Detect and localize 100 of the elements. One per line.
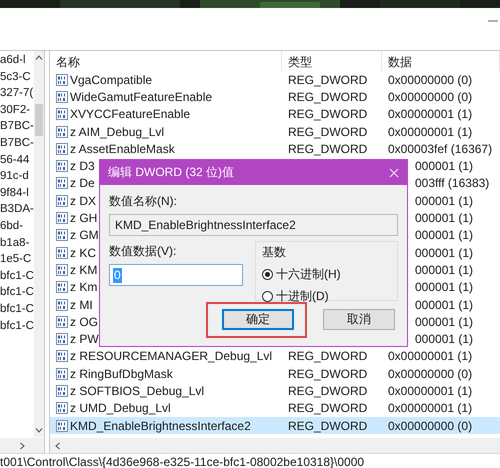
- radio-label[interactable]: 十进制(D): [276, 288, 329, 305]
- scroll-thumb[interactable]: [35, 104, 43, 136]
- binary-value-icon: [56, 368, 68, 380]
- tree-item[interactable]: 91c-d: [0, 168, 34, 185]
- tree-item[interactable]: 5c3-C: [0, 68, 34, 86]
- tree-item[interactable]: a6d-l: [0, 52, 34, 69]
- binary-value-icon: [56, 333, 68, 346]
- value-data: 0x00000001 (1): [388, 401, 472, 416]
- value-data: 000001 (1): [415, 298, 474, 312]
- value-name: z DX: [70, 194, 96, 208]
- name-field[interactable]: KMD_EnableBrightnessInterface2: [109, 214, 398, 236]
- dialog-button[interactable]: 取消: [323, 309, 395, 330]
- tree-item[interactable]: 1e5-C: [0, 251, 34, 268]
- value-name: z OG: [70, 314, 98, 329]
- value-data: 003fff (16383): [415, 176, 490, 190]
- binary-value-icon: [56, 160, 68, 172]
- value-name: z De: [70, 176, 95, 190]
- value-name: WideGamutFeatureEnable: [70, 90, 212, 104]
- value-type: REG_DWORD: [288, 90, 368, 104]
- tree-item[interactable]: 30F2-: [0, 102, 34, 118]
- scroll-up-icon[interactable]: [35, 55, 43, 60]
- value-data: 0x00000000 (0): [388, 366, 472, 381]
- tree-item[interactable]: 9f84-l: [0, 184, 34, 202]
- value-type: REG_DWORD: [288, 72, 368, 87]
- value-data: 0x00000001 (1): [388, 124, 472, 139]
- binary-value-icon: [56, 142, 68, 155]
- value-type: REG_DWORD: [288, 142, 368, 156]
- value-name: KMD_EnableBrightnessInterface2: [70, 418, 251, 433]
- value-data: 000001 (1): [415, 314, 474, 329]
- value-data: 000001 (1): [415, 228, 474, 242]
- tree-item[interactable]: bfc1-C: [0, 318, 34, 334]
- binary-value-icon: [56, 229, 68, 242]
- value-data: 0x00000000 (0): [388, 90, 472, 104]
- dialog-button[interactable]: 确定: [222, 309, 294, 330]
- tree-item[interactable]: bfc1-C: [0, 284, 34, 301]
- binary-value-icon: [56, 246, 68, 259]
- binary-value-icon: [56, 177, 68, 190]
- scroll-down-icon[interactable]: [35, 428, 43, 433]
- binary-value-icon: [56, 108, 68, 120]
- tree-item[interactable]: B7BC-: [0, 134, 34, 152]
- value-type: REG_DWORD: [288, 349, 368, 364]
- column-header[interactable]: 数据: [382, 51, 500, 71]
- scrollbar[interactable]: [34, 51, 44, 437]
- value-data: 000001 (1): [415, 159, 474, 174]
- value-name: z D3: [70, 159, 95, 174]
- value-name: z AIM_Debug_Lvl: [70, 124, 164, 139]
- value-data: 000001 (1): [415, 246, 474, 260]
- value-data: 000001 (1): [415, 332, 474, 346]
- tree-item[interactable]: B3DA-: [0, 201, 34, 218]
- scroll-right-icon[interactable]: [20, 442, 24, 450]
- tree-item[interactable]: B7BC-: [0, 118, 34, 135]
- tree-item[interactable]: 56-44: [0, 152, 34, 168]
- value-type: REG_DWORD: [288, 418, 368, 433]
- binary-value-icon: [56, 402, 68, 414]
- value-data: 000001 (1): [415, 280, 474, 294]
- value-data: 000001 (1): [415, 194, 474, 208]
- minimize-icon[interactable]: [488, 20, 498, 22]
- radio-button[interactable]: [262, 291, 273, 302]
- binary-value-icon: [56, 194, 68, 207]
- tree-item[interactable]: 6bd-: [0, 218, 34, 235]
- tree-item[interactable]: b1a8-: [0, 234, 34, 252]
- column-header[interactable]: 类型: [282, 51, 382, 71]
- value-name: z Km: [70, 280, 98, 294]
- value-name: z SOFTBIOS_Debug_Lvl: [70, 384, 204, 398]
- value-type: REG_DWORD: [288, 401, 368, 416]
- binary-value-icon: [56, 126, 68, 138]
- close-icon[interactable]: [389, 168, 399, 178]
- value-name: z GH: [70, 211, 98, 226]
- binary-value-icon: [56, 316, 68, 328]
- value-data: 0x00000001 (1): [388, 384, 472, 398]
- value-type: REG_DWORD: [288, 107, 368, 122]
- value-name: XVYCCFeatureEnable: [70, 107, 190, 122]
- value-type: REG_DWORD: [288, 366, 368, 381]
- field-label: 数值名称(N):: [109, 193, 178, 210]
- group-label: 基数: [262, 244, 287, 261]
- field-label: 数值数据(V):: [109, 243, 178, 260]
- binary-value-icon: [56, 298, 68, 310]
- tree-item[interactable]: bfc1-C: [0, 268, 34, 284]
- value-data: 000001 (1): [415, 211, 474, 226]
- selected-row[interactable]: KMD_EnableBrightnessInterface2 REG_DWORD 0x00000000 (0): [50, 416, 500, 434]
- value-data: 0x00003fef (16367): [388, 142, 492, 156]
- binary-value-icon: [56, 212, 68, 224]
- tree-item[interactable]: bfc1-C: [0, 300, 34, 318]
- value-name: z UMD_Debug_Lvl: [70, 401, 171, 416]
- value-type: REG_DWORD: [288, 124, 368, 139]
- binary-value-icon: [56, 384, 68, 397]
- value-data: 0x00000000 (0): [388, 72, 472, 87]
- binary-value-icon: [56, 350, 68, 362]
- radio-button[interactable]: [262, 269, 273, 280]
- tree-item[interactable]: 327-7(: [0, 85, 34, 102]
- value-name: z GM: [70, 228, 99, 242]
- value-name: z RingBufDbgMask: [70, 366, 173, 381]
- radio-label[interactable]: 十六进制(H): [276, 266, 341, 283]
- value-name: z PW: [70, 332, 99, 346]
- value-type: REG_DWORD: [288, 384, 368, 398]
- value-name: z KC: [70, 246, 96, 260]
- dialog-title: 编辑 DWORD (32 位)值: [108, 164, 234, 181]
- column-header[interactable]: 名称: [50, 51, 282, 71]
- binary-value-icon: [56, 90, 68, 103]
- scroll-left-icon[interactable]: [55, 442, 60, 450]
